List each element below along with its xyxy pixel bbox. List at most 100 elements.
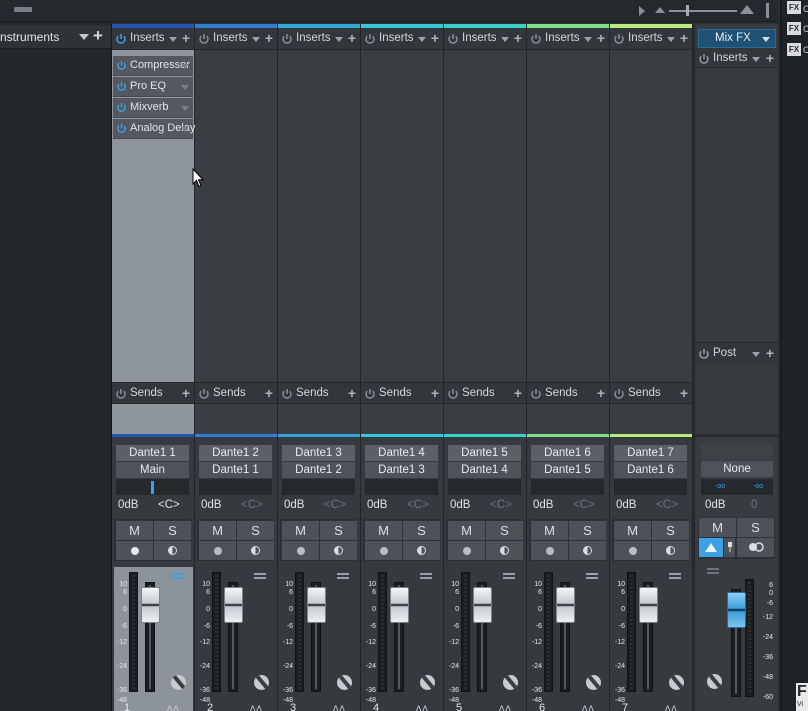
inserts-area[interactable] xyxy=(444,50,526,406)
volume-readout[interactable]: 0dB xyxy=(367,499,387,511)
browser-footer-badge[interactable]: F Vi xyxy=(796,683,808,711)
monitor-button[interactable] xyxy=(652,541,689,560)
browser-item[interactable]: C xyxy=(803,44,808,57)
automation-icon[interactable] xyxy=(669,675,684,690)
power-icon[interactable] xyxy=(116,102,127,113)
chevron-down-icon[interactable] xyxy=(335,37,343,42)
solo-button[interactable]: S xyxy=(486,521,523,540)
mute-button[interactable]: M xyxy=(282,521,319,540)
insert-plugin[interactable]: Compressor xyxy=(113,56,193,76)
solo-button[interactable]: S xyxy=(403,521,440,540)
fx-mode-button[interactable] xyxy=(699,538,723,557)
mute-button[interactable]: M xyxy=(699,518,736,537)
play-arrow-icon[interactable] xyxy=(639,6,645,16)
automation-icon[interactable] xyxy=(586,675,601,690)
sends-header[interactable]: Sends + xyxy=(195,382,277,404)
power-icon[interactable] xyxy=(698,53,710,65)
inserts-header[interactable]: Inserts + xyxy=(444,28,526,50)
power-icon[interactable] xyxy=(198,33,210,45)
power-icon[interactable] xyxy=(115,33,127,45)
fx-input-selector[interactable] xyxy=(701,444,773,460)
output-selector[interactable]: Dante1 6 xyxy=(614,462,687,478)
chevron-down-icon[interactable] xyxy=(584,37,592,42)
zoom-slider[interactable] xyxy=(669,10,737,12)
fx-volume-readout[interactable]: 0dB xyxy=(705,499,725,511)
mute-button[interactable]: M xyxy=(531,521,568,540)
chevron-down-icon[interactable] xyxy=(501,37,509,42)
sends-area[interactable] xyxy=(610,404,692,434)
pan-readout[interactable]: <C> xyxy=(241,499,263,511)
power-icon[interactable] xyxy=(364,388,376,400)
fx-send-level[interactable]: -oo -oo xyxy=(701,479,773,495)
add-send-button[interactable]: + xyxy=(514,385,522,401)
chevron-down-icon[interactable] xyxy=(252,37,260,42)
chevron-down-icon[interactable] xyxy=(667,37,675,42)
volume-readout[interactable]: 0dB xyxy=(616,499,636,511)
sends-area[interactable] xyxy=(195,404,277,434)
record-arm-button[interactable] xyxy=(448,541,485,560)
power-icon[interactable] xyxy=(116,60,127,71)
mute-button[interactable]: M xyxy=(116,521,153,540)
channel-strip-4[interactable]: Inserts + Sends + Dante1 4 Dante1 3 0dB … xyxy=(361,24,444,711)
inserts-header[interactable]: Inserts + xyxy=(361,28,443,50)
chevron-down-icon[interactable] xyxy=(181,64,189,69)
volume-fader-handle[interactable] xyxy=(390,587,409,623)
link-button[interactable] xyxy=(737,538,774,557)
chevron-down-icon[interactable] xyxy=(418,37,426,42)
volume-readout[interactable]: 0dB xyxy=(201,499,221,511)
meter-view-icon[interactable] xyxy=(337,573,349,583)
output-selector[interactable]: Dante1 2 xyxy=(282,462,355,478)
inserts-area[interactable] xyxy=(195,50,277,406)
meter-view-icon[interactable] xyxy=(254,573,266,583)
solo-button[interactable]: S xyxy=(154,521,191,540)
inserts-header[interactable]: Inserts + xyxy=(610,28,692,50)
pan-readout[interactable]: <C> xyxy=(490,499,512,511)
volume-readout[interactable]: 0dB xyxy=(118,499,138,511)
output-selector[interactable]: Dante1 4 xyxy=(448,462,521,478)
insert-plugin[interactable]: Pro EQ xyxy=(113,77,193,97)
pan-control[interactable] xyxy=(116,479,189,495)
power-icon[interactable] xyxy=(447,388,459,400)
add-send-button[interactable]: + xyxy=(597,385,605,401)
volume-fader-handle[interactable] xyxy=(556,587,575,623)
meter-view-icon[interactable] xyxy=(586,573,598,583)
add-send-button[interactable]: + xyxy=(680,385,688,401)
inserts-area[interactable] xyxy=(527,50,609,406)
chevron-down-icon[interactable] xyxy=(181,85,189,90)
pan-control[interactable] xyxy=(614,479,687,495)
automation-icon[interactable] xyxy=(707,674,722,689)
inserts-header[interactable]: Inserts + xyxy=(278,28,360,50)
zoom-out-icon[interactable] xyxy=(655,7,665,13)
chevron-down-icon[interactable] xyxy=(181,127,189,132)
record-arm-button[interactable] xyxy=(199,541,236,560)
meter-view-icon[interactable] xyxy=(669,573,681,583)
fx-fader-handle[interactable] xyxy=(727,592,746,628)
pan-control[interactable] xyxy=(365,479,438,495)
power-icon[interactable] xyxy=(281,33,293,45)
volume-fader-handle[interactable] xyxy=(639,587,658,623)
fx-badge-icon[interactable]: FX xyxy=(787,43,801,56)
input-selector[interactable]: Dante1 7 xyxy=(614,445,687,461)
sends-area[interactable] xyxy=(112,404,194,434)
volume-readout[interactable]: 0dB xyxy=(450,499,470,511)
automation-icon[interactable] xyxy=(254,675,269,690)
pan-control[interactable] xyxy=(199,479,272,495)
insert-plugin[interactable]: Mixverb xyxy=(113,98,193,118)
monitor-button[interactable] xyxy=(154,541,191,560)
input-selector[interactable]: Dante1 5 xyxy=(448,445,521,461)
record-arm-button[interactable] xyxy=(365,541,402,560)
monitor-button[interactable] xyxy=(237,541,274,560)
sends-header[interactable]: Sends + xyxy=(112,382,194,404)
monitor-button[interactable] xyxy=(403,541,440,560)
horizontal-scroll-thumb[interactable] xyxy=(14,7,32,12)
mute-button[interactable]: M xyxy=(199,521,236,540)
sends-header[interactable]: Sends + xyxy=(444,382,526,404)
add-insert-button[interactable]: + xyxy=(348,30,356,46)
sends-header[interactable]: Sends + xyxy=(610,382,692,404)
output-selector[interactable]: Main xyxy=(116,462,189,478)
power-icon[interactable] xyxy=(198,388,210,400)
record-arm-button[interactable] xyxy=(614,541,651,560)
automation-icon[interactable] xyxy=(503,675,518,690)
input-selector[interactable]: Dante1 2 xyxy=(199,445,272,461)
inserts-header[interactable]: Inserts + xyxy=(112,28,194,50)
